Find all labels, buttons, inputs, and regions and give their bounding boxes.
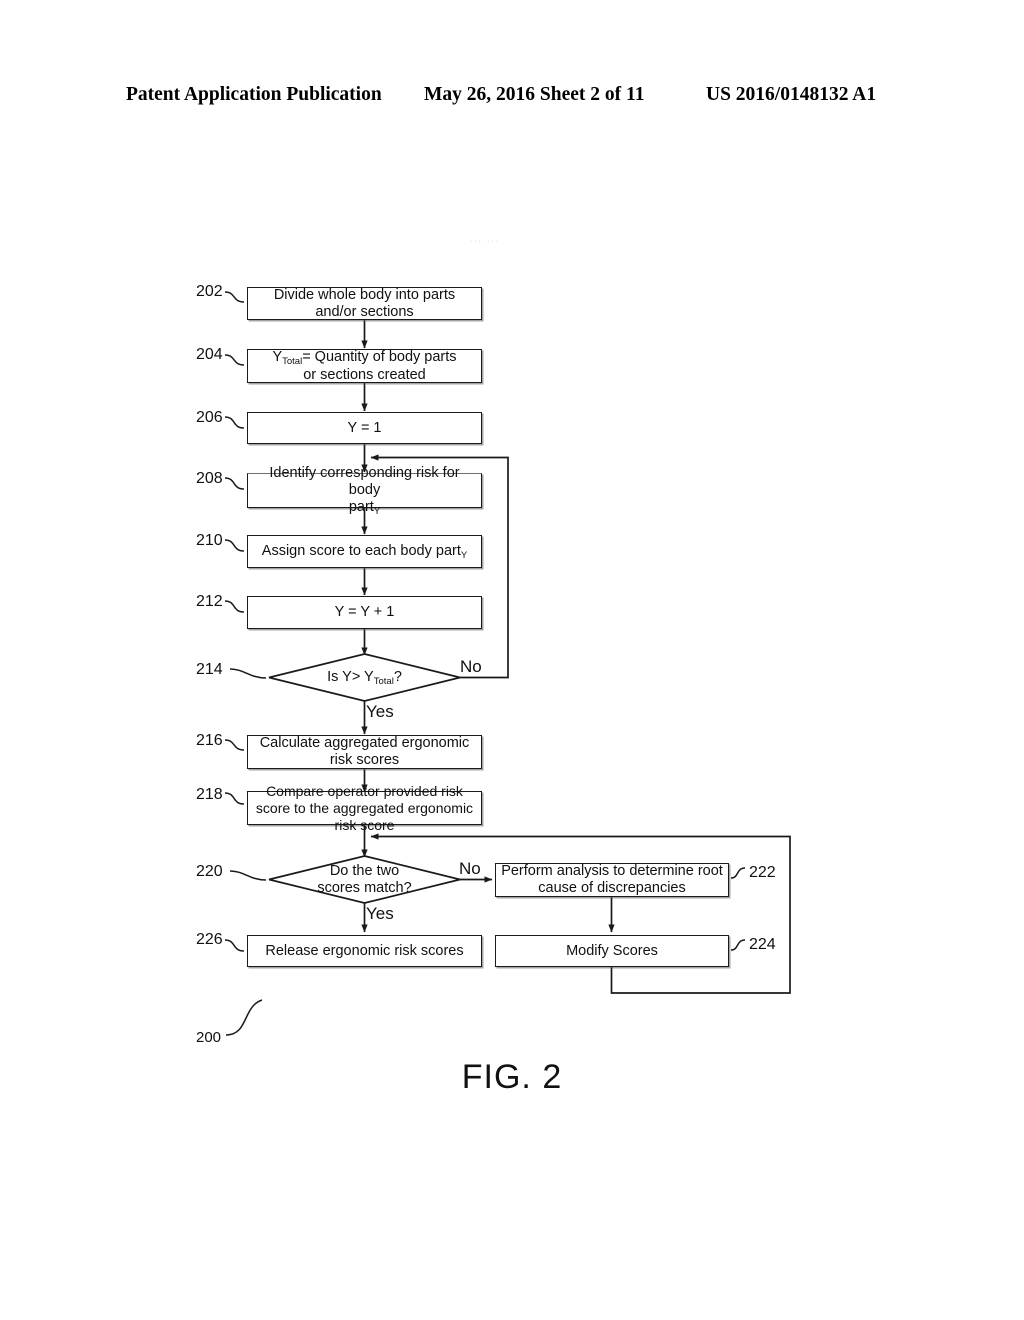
ref-numeral-208: 208 bbox=[196, 470, 223, 487]
ref-numeral-218: 218 bbox=[196, 786, 223, 803]
flow-node-204-label: YTotal= Quantity of body parts or section… bbox=[272, 348, 457, 383]
ref-numeral-200: 200 bbox=[196, 1029, 222, 1046]
flow-node-218-label: Compare operator provided risk score to … bbox=[255, 782, 474, 833]
ref-numeral-212: 212 bbox=[196, 593, 223, 610]
flowchart-connectors bbox=[224, 291, 791, 1036]
ref-numeral-214: 214 bbox=[196, 661, 223, 678]
ref-numeral-226: 226 bbox=[196, 931, 223, 948]
flow-node-220-label: Do the two scores match? bbox=[317, 863, 412, 896]
flow-node-208[interactable]: Identify corresponding risk for body part… bbox=[247, 465, 482, 517]
ref-numeral-206: 206 bbox=[196, 409, 223, 426]
ref-numeral-222: 222 bbox=[749, 864, 776, 881]
flow-node-226[interactable]: Release ergonomic risk scores bbox=[247, 935, 482, 967]
figure-caption: FIG. 2 bbox=[461, 1058, 563, 1096]
flow-node-224[interactable]: Modify Scores bbox=[495, 935, 729, 967]
edge-label-220-no: No bbox=[459, 859, 481, 878]
flow-node-216[interactable]: Calculate aggregated ergonomic risk scor… bbox=[247, 735, 482, 769]
flowchart-figure: Divide whole body into parts and/or sect… bbox=[0, 0, 1024, 1320]
ref-numeral-204: 204 bbox=[196, 346, 223, 363]
flow-node-208-label: Identify corresponding risk for body part… bbox=[269, 464, 460, 517]
flow-node-224-label: Modify Scores bbox=[566, 942, 658, 959]
ref-numeral-220: 220 bbox=[196, 863, 223, 880]
edge-label-214-no: No bbox=[460, 657, 482, 676]
flow-node-222[interactable]: Perform analysis to determine root cause… bbox=[495, 863, 729, 897]
flow-node-210[interactable]: Assign score to each body partY bbox=[247, 535, 482, 568]
flow-node-214-label: Is Y> YTotal? bbox=[327, 669, 402, 687]
flow-node-202-label: Divide whole body into parts and/or sect… bbox=[273, 286, 456, 320]
flow-node-222-label: Perform analysis to determine root cause… bbox=[501, 863, 723, 896]
flow-node-218[interactable]: Compare operator provided risk score to … bbox=[247, 783, 482, 833]
edge-label-214-yes: Yes bbox=[366, 702, 394, 721]
ref-numeral-210: 210 bbox=[196, 532, 223, 549]
flow-node-226-label: Release ergonomic risk scores bbox=[265, 942, 464, 959]
ref-numeral-224: 224 bbox=[749, 936, 776, 953]
ref-numeral-216: 216 bbox=[196, 732, 223, 749]
ref-numeral-202: 202 bbox=[196, 283, 223, 300]
flow-node-210-label: Assign score to each body partY bbox=[261, 542, 468, 561]
edge-label-220-yes: Yes bbox=[366, 904, 394, 923]
flow-node-202[interactable]: Divide whole body into parts and/or sect… bbox=[247, 287, 482, 320]
flow-node-206[interactable]: Y = 1 bbox=[247, 412, 482, 444]
flow-node-216-label: Calculate aggregated ergonomic risk scor… bbox=[259, 735, 470, 768]
flow-node-212[interactable]: Y = Y + 1 bbox=[247, 596, 482, 629]
flow-node-212-label: Y = Y + 1 bbox=[334, 604, 395, 620]
flow-node-204[interactable]: YTotal= Quantity of body parts or section… bbox=[247, 349, 482, 383]
flow-node-206-label: Y = 1 bbox=[347, 419, 382, 436]
